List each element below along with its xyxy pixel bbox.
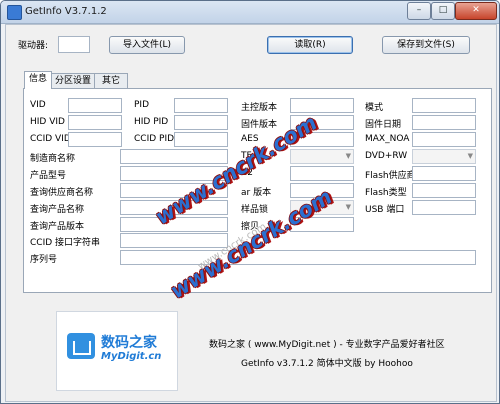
close-button[interactable]: ✕ (455, 2, 497, 20)
vid-field[interactable] (68, 98, 122, 113)
query-product-label: 查询产品名称 (30, 205, 85, 215)
controller-version-label: 主控版本 (241, 103, 278, 113)
hid-vid-field[interactable] (68, 115, 122, 130)
mode-label: 模式 (365, 103, 384, 113)
flash-vendor-field[interactable] (412, 166, 476, 181)
usb-port-label: USB 端口 (365, 205, 405, 215)
firmware-date-label: 固件日期 (365, 120, 402, 130)
ar-version-label: ar 版本 (241, 188, 272, 198)
chevron-down-icon: ▼ (345, 152, 351, 160)
sample-lock-label: 样品锁 (241, 205, 269, 215)
manufacturer-label: 制造商名称 (30, 154, 76, 164)
dvd-rw-combo[interactable]: ▼ (412, 149, 476, 164)
app-icon (7, 5, 22, 20)
pid-field[interactable] (174, 98, 228, 113)
logo-text-en: MyDigit.cn (101, 351, 162, 362)
tab-other[interactable]: 其它 (94, 73, 128, 89)
ccid-pid-field[interactable] (174, 132, 228, 147)
query-vendor-label: 查询供应商名称 (30, 188, 94, 198)
hid-pid-field[interactable] (174, 115, 228, 130)
window-title: GetInfo V3.7.1.2 (25, 6, 107, 17)
serial-label: 序列号 (30, 255, 58, 265)
ccid-interface-label: CCID 接口字符串 (30, 238, 101, 248)
tab-info[interactable]: 信息 (24, 71, 52, 89)
chevron-down-icon: ▼ (345, 203, 351, 211)
product-model-label: 产品型号 (30, 171, 67, 181)
logo-text-cn: 数码之家 (101, 335, 157, 351)
info-panel: VID HID VID CCID VID 制造商名称 产品型号 查询供应商名称 … (23, 88, 492, 293)
firmware-date-field[interactable] (412, 115, 476, 130)
main-client: 驱动器: 导入文件(L) 读取(R) 保存到文件(S) 信息 分区设置 其它 V… (5, 24, 497, 402)
drive-field[interactable] (58, 36, 90, 53)
import-file-button[interactable]: 导入文件(L) (109, 36, 185, 54)
controller-version-field[interactable] (290, 98, 354, 113)
ccid-pid-label: CCID PID (134, 134, 175, 144)
vid-label: VID (30, 100, 46, 110)
minimize-button[interactable]: – (407, 2, 431, 20)
c2-field[interactable] (290, 166, 354, 181)
dvd-rw-label: DVD+RW (365, 151, 408, 161)
tab-partition-settings[interactable]: 分区设置 (51, 73, 95, 89)
title-bar: GetInfo V3.7.1.2 – □ ✕ (1, 1, 499, 24)
house-icon (67, 333, 95, 359)
mydigit-logo[interactable]: 数码之家 MyDigit.cn (56, 311, 178, 391)
manufacturer-field[interactable] (120, 149, 228, 164)
pid-label: PID (134, 100, 150, 110)
app-window: GetInfo V3.7.1.2 – □ ✕ 驱动器: 导入文件(L) 读取(R… (0, 0, 500, 404)
tf-combo[interactable]: ▼ (290, 149, 354, 164)
flash-type-label: Flash类型 (365, 188, 407, 198)
read-button[interactable]: 读取(R) (267, 36, 353, 54)
maximize-button[interactable]: □ (431, 2, 455, 20)
chevron-down-icon: ▼ (467, 152, 473, 160)
drive-label: 驱动器: (18, 41, 49, 51)
footer: 数码之家 MyDigit.cn 数码之家 ( www.MyDigit.net )… (6, 301, 496, 401)
ccid-interface-field[interactable] (120, 233, 228, 248)
max-noa-field[interactable] (412, 132, 476, 147)
hid-vid-label: HID VID (30, 117, 65, 127)
max-noa-label: MAX_NOA (365, 134, 410, 144)
serial-field[interactable] (120, 250, 476, 265)
mode-field[interactable] (412, 98, 476, 113)
save-to-file-button[interactable]: 保存到文件(S) (382, 36, 470, 54)
firmware-version-label: 固件版本 (241, 120, 278, 130)
flash-type-field[interactable] (412, 183, 476, 198)
usb-port-field[interactable] (412, 200, 476, 215)
ccid-vid-label: CCID VID (30, 134, 71, 144)
hid-pid-label: HID PID (134, 117, 169, 127)
query-version-label: 查询产品版本 (30, 222, 85, 232)
flash-vendor-label: Flash供应商 (365, 171, 416, 181)
ccid-vid-field[interactable] (68, 132, 122, 147)
version-info-text: GetInfo v3.7.1.2 简体中文版 by Hoohoo (241, 359, 413, 369)
site-info-text: 数码之家 ( www.MyDigit.net ) - 专业数字产品爱好者社区 (209, 340, 445, 350)
